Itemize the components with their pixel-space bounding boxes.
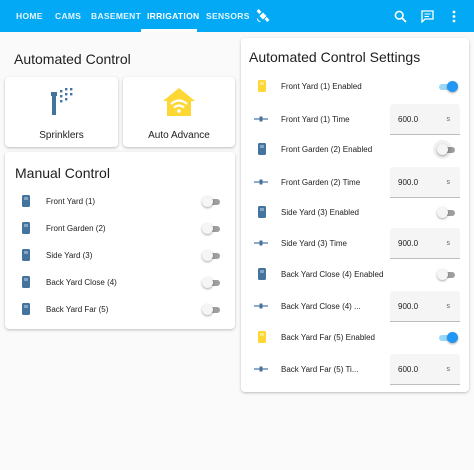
chat-icon[interactable] bbox=[418, 7, 436, 25]
valve-icon bbox=[255, 204, 269, 220]
tab-home[interactable]: HOME bbox=[16, 0, 43, 32]
settings-row-side-yard-time: Side Yard (3) Time 900.0 s bbox=[241, 228, 469, 259]
automated-control-title: Automated Control bbox=[14, 51, 131, 67]
settings-row-label: Back Yard Far (5) Enabled bbox=[281, 333, 375, 342]
front-yard-toggle[interactable] bbox=[202, 196, 222, 207]
number-unit: s bbox=[446, 366, 451, 373]
manual-row-front-garden: Front Garden (2) bbox=[5, 215, 235, 242]
valve-icon bbox=[255, 141, 269, 157]
more-vert-icon[interactable] bbox=[445, 7, 463, 25]
back-yard-far-toggle[interactable] bbox=[202, 304, 222, 315]
automated-control-settings-card: Automated Control Settings Front Yard (1… bbox=[241, 38, 469, 392]
valve-icon bbox=[19, 193, 33, 209]
manual-control-card: Manual Control Front Yard (1) Front Gard… bbox=[5, 152, 235, 329]
number-unit: s bbox=[446, 240, 451, 247]
active-tab-indicator bbox=[141, 29, 197, 32]
top-app-bar: HOME CAMS BASEMENT IRRIGATION SENSORS bbox=[0, 0, 474, 32]
timer-slider-icon bbox=[254, 174, 268, 190]
settings-row-back-yard-far-time: Back Yard Far (5) Ti... 600.0 s bbox=[241, 354, 469, 385]
back-yard-far-time-input[interactable]: 600.0 s bbox=[390, 354, 460, 385]
settings-row-back-yard-close-enabled: Back Yard Close (4) Enabled bbox=[241, 261, 469, 288]
valve-icon bbox=[19, 220, 33, 236]
valve-icon bbox=[255, 329, 269, 345]
manual-row-back-yard-far: Back Yard Far (5) bbox=[5, 296, 235, 323]
front-garden-toggle[interactable] bbox=[202, 223, 222, 234]
wifi-house-icon bbox=[162, 87, 196, 117]
settings-row-back-yard-far-enabled: Back Yard Far (5) Enabled bbox=[241, 324, 469, 351]
number-unit: s bbox=[446, 303, 451, 310]
valve-icon bbox=[19, 274, 33, 290]
valve-icon bbox=[255, 266, 269, 282]
number-unit: s bbox=[446, 116, 451, 123]
settings-row-front-garden-enabled: Front Garden (2) Enabled bbox=[241, 136, 469, 163]
settings-row-label: Back Yard Close (4) ... bbox=[281, 302, 361, 311]
sprinklers-tile[interactable]: Sprinklers bbox=[5, 77, 118, 147]
manual-row-side-yard: Side Yard (3) bbox=[5, 242, 235, 269]
auto-advance-label: Auto Advance bbox=[148, 130, 210, 141]
valve-icon bbox=[255, 78, 269, 94]
settings-row-label: Back Yard Far (5) Ti... bbox=[281, 365, 359, 374]
tab-basement[interactable]: BASEMENT bbox=[91, 0, 141, 32]
settings-row-label: Front Garden (2) Enabled bbox=[281, 145, 373, 154]
sprinklers-label: Sprinklers bbox=[39, 130, 84, 141]
auto-advance-tile[interactable]: Auto Advance bbox=[123, 77, 235, 147]
settings-row-side-yard-enabled: Side Yard (3) Enabled bbox=[241, 199, 469, 226]
number-value: 900.0 bbox=[398, 178, 419, 187]
settings-row-label: Back Yard Close (4) Enabled bbox=[281, 270, 384, 279]
sprinkler-icon bbox=[49, 87, 77, 117]
manual-row-label: Front Yard (1) bbox=[46, 197, 96, 206]
front-yard-enabled-toggle[interactable] bbox=[437, 81, 458, 92]
side-yard-toggle[interactable] bbox=[202, 250, 222, 261]
side-yard-time-input[interactable]: 900.0 s bbox=[390, 228, 460, 259]
satellite-icon[interactable] bbox=[254, 7, 272, 25]
front-garden-time-input[interactable]: 900.0 s bbox=[390, 167, 460, 198]
settings-row-label: Front Garden (2) Time bbox=[281, 178, 361, 187]
timer-slider-icon bbox=[254, 298, 268, 314]
settings-row-front-garden-time: Front Garden (2) Time 900.0 s bbox=[241, 167, 469, 198]
tab-irrigation[interactable]: IRRIGATION bbox=[147, 0, 199, 32]
timer-slider-icon bbox=[254, 361, 268, 377]
back-yard-close-toggle[interactable] bbox=[202, 277, 222, 288]
settings-row-label: Front Yard (1) Enabled bbox=[281, 82, 362, 91]
manual-row-label: Front Garden (2) bbox=[46, 224, 106, 233]
number-value: 900.0 bbox=[398, 239, 419, 248]
manual-row-label: Side Yard (3) bbox=[46, 251, 93, 260]
number-unit: s bbox=[446, 179, 451, 186]
front-yard-time-input[interactable]: 600.0 s bbox=[390, 104, 460, 135]
manual-row-label: Back Yard Far (5) bbox=[46, 305, 109, 314]
settings-row-label: Front Yard (1) Time bbox=[281, 115, 350, 124]
back-yard-close-enabled-toggle[interactable] bbox=[437, 269, 457, 280]
front-garden-enabled-toggle[interactable] bbox=[437, 144, 457, 155]
back-yard-far-enabled-toggle[interactable] bbox=[437, 332, 458, 343]
valve-icon bbox=[19, 247, 33, 263]
settings-row-label: Side Yard (3) Time bbox=[281, 239, 347, 248]
settings-title: Automated Control Settings bbox=[249, 49, 421, 65]
manual-row-front-yard: Front Yard (1) bbox=[5, 188, 235, 215]
timer-slider-icon bbox=[254, 235, 268, 251]
timer-slider-icon bbox=[254, 111, 268, 127]
side-yard-enabled-toggle[interactable] bbox=[437, 207, 457, 218]
manual-control-title: Manual Control bbox=[15, 165, 110, 181]
number-value: 600.0 bbox=[398, 115, 419, 124]
search-icon[interactable] bbox=[391, 7, 409, 25]
back-yard-close-time-input[interactable]: 900.0 s bbox=[390, 291, 460, 322]
manual-row-label: Back Yard Close (4) bbox=[46, 278, 117, 287]
settings-row-back-yard-close-time: Back Yard Close (4) ... 900.0 s bbox=[241, 291, 469, 322]
number-value: 900.0 bbox=[398, 302, 419, 311]
manual-row-back-yard-close: Back Yard Close (4) bbox=[5, 269, 235, 296]
settings-row-label: Side Yard (3) Enabled bbox=[281, 208, 359, 217]
number-value: 600.0 bbox=[398, 365, 419, 374]
settings-row-front-yard-time: Front Yard (1) Time 600.0 s bbox=[241, 104, 469, 135]
valve-icon bbox=[19, 301, 33, 317]
tab-sensors[interactable]: SENSORS bbox=[206, 0, 250, 32]
tab-cams[interactable]: CAMS bbox=[55, 0, 81, 32]
settings-row-front-yard-enabled: Front Yard (1) Enabled bbox=[241, 73, 469, 100]
